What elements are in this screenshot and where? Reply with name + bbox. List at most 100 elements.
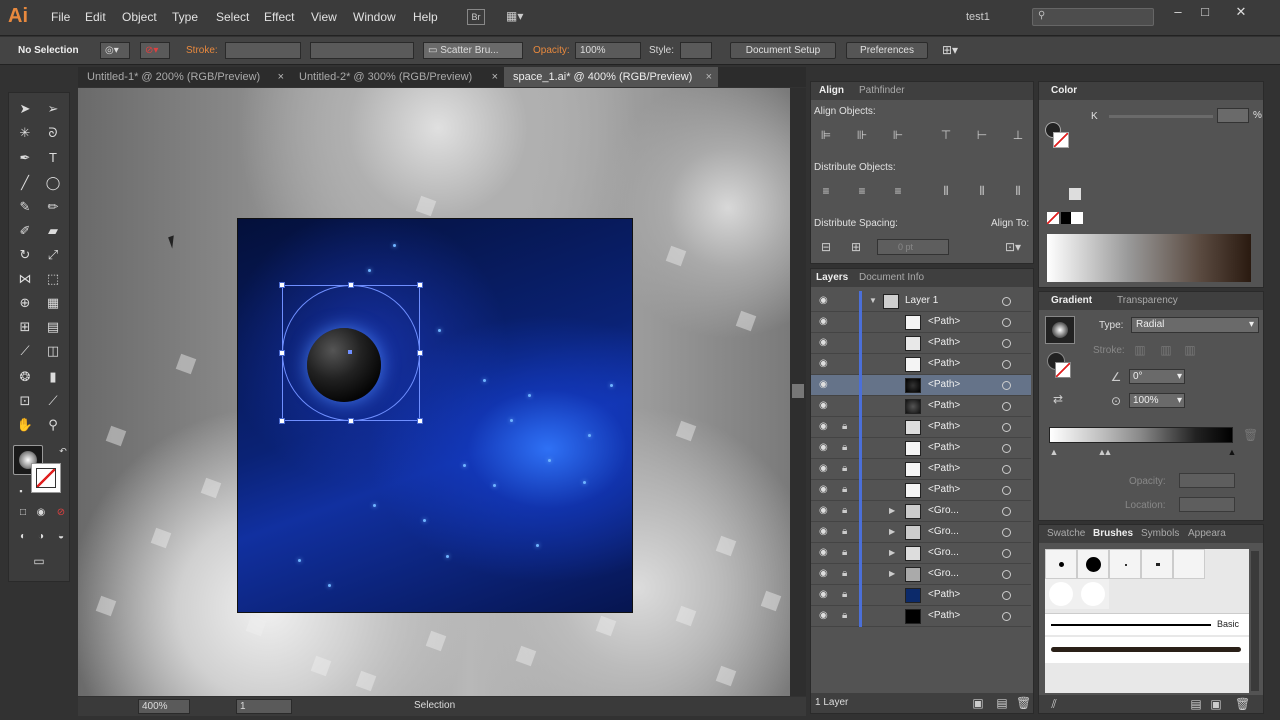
- tab-transparency[interactable]: Transparency: [1117, 295, 1178, 306]
- close-icon[interactable]: ×: [492, 67, 498, 87]
- white-swatch[interactable]: [1071, 212, 1083, 224]
- lock-icon[interactable]: 🔒︎: [842, 610, 847, 621]
- tab-symbols[interactable]: Symbols: [1141, 528, 1179, 539]
- tab-space-1[interactable]: space_1.ai* @ 400% (RGB/Preview) ×: [504, 67, 718, 87]
- align-vcenter-icon[interactable]: ⊢: [975, 128, 989, 142]
- preferences-button[interactable]: Preferences: [846, 42, 928, 59]
- default-colors-icon[interactable]: ▪: [11, 481, 31, 501]
- aspect-ratio-field[interactable]: 100% ▾: [1129, 393, 1185, 408]
- layer-name[interactable]: <Path>: [928, 463, 960, 474]
- target-circle-icon[interactable]: [1002, 444, 1011, 453]
- perspective-grid-icon[interactable]: ▦: [43, 293, 63, 313]
- basic-brush-row[interactable]: Basic: [1045, 613, 1249, 635]
- gradient-stop[interactable]: ▲: [1101, 445, 1115, 459]
- stop-location-field[interactable]: [1179, 497, 1235, 512]
- visibility-eye-icon[interactable]: ◉: [819, 610, 828, 621]
- target-circle-icon[interactable]: [1002, 381, 1011, 390]
- target-circle-icon[interactable]: [1002, 591, 1011, 600]
- color-mode-icon[interactable]: □: [13, 503, 33, 523]
- fill-swatch[interactable]: ◎▾: [100, 42, 130, 59]
- k-value-field[interactable]: [1217, 108, 1249, 123]
- line-tool-icon[interactable]: ╱: [15, 173, 35, 193]
- layer-row[interactable]: ◉ <Path>: [811, 333, 1031, 354]
- menu-select[interactable]: Select: [216, 10, 249, 24]
- visibility-eye-icon[interactable]: ◉: [819, 316, 828, 327]
- draw-normal-icon[interactable]: ◐: [13, 527, 33, 547]
- layer-row[interactable]: ◉ 🔒︎ <Path>: [811, 585, 1031, 606]
- layer-name[interactable]: <Gro...: [928, 547, 959, 558]
- distribute-vcenter-icon[interactable]: ≡: [855, 184, 869, 198]
- type-tool-icon[interactable]: T: [43, 148, 63, 168]
- align-left-icon[interactable]: ⊫: [819, 128, 833, 142]
- no-stroke-icon[interactable]: [1053, 132, 1069, 148]
- menu-type[interactable]: Type: [172, 10, 198, 24]
- tab-brushes[interactable]: Brushes: [1093, 528, 1133, 539]
- brush-dot-small[interactable]: [1045, 549, 1077, 579]
- visibility-eye-icon[interactable]: ◉: [819, 421, 828, 432]
- distribute-left-icon[interactable]: ⫴: [939, 184, 953, 198]
- gradient-slider[interactable]: [1049, 427, 1233, 443]
- visibility-eye-icon[interactable]: ◉: [819, 463, 828, 474]
- target-circle-icon[interactable]: [1002, 486, 1011, 495]
- layer-name[interactable]: <Gro...: [928, 505, 959, 516]
- layer-row[interactable]: ◉ 🔒︎ ▶ <Gro...: [811, 564, 1031, 585]
- tab-layers[interactable]: Layers: [816, 272, 848, 283]
- draw-behind-icon[interactable]: ◑: [31, 527, 51, 547]
- symbol-sprayer-icon[interactable]: ❂: [15, 367, 35, 387]
- brush-options-icon[interactable]: ▣: [1209, 697, 1223, 711]
- color-spectrum[interactable]: [1047, 234, 1251, 282]
- layer-name[interactable]: <Gro...: [928, 568, 959, 579]
- layer-row[interactable]: ◉ <Path>: [811, 312, 1031, 333]
- magic-wand-icon[interactable]: ✳: [15, 123, 35, 143]
- draw-inside-icon[interactable]: ◒: [51, 527, 71, 547]
- target-circle-icon[interactable]: [1002, 549, 1011, 558]
- ellipse-tool-icon[interactable]: ◯: [43, 173, 63, 193]
- layer-row[interactable]: ◉ 🔒︎ <Path>: [811, 417, 1031, 438]
- visibility-eye-icon[interactable]: ◉: [819, 400, 828, 411]
- visibility-eye-icon[interactable]: ◉: [819, 547, 828, 558]
- tab-color[interactable]: Color: [1051, 85, 1077, 96]
- scale-tool-icon[interactable]: ⤢: [43, 245, 63, 265]
- brush-dot-tiny[interactable]: [1109, 549, 1141, 579]
- visibility-eye-icon[interactable]: ◉: [819, 358, 828, 369]
- expand-triangle-icon[interactable]: ▶: [889, 527, 895, 536]
- target-circle-icon[interactable]: [1002, 423, 1011, 432]
- brush-dot-medium[interactable]: [1141, 549, 1173, 579]
- align-top-icon[interactable]: ⊤: [939, 128, 953, 142]
- close-icon[interactable]: ×: [278, 67, 284, 87]
- visibility-eye-icon[interactable]: ◉: [819, 379, 828, 390]
- layer-name[interactable]: <Path>: [928, 484, 960, 495]
- pen-tool-icon[interactable]: ✒: [15, 148, 35, 168]
- none-swatch[interactable]: [1047, 212, 1059, 224]
- direct-selection-tool-icon[interactable]: ➢: [43, 99, 63, 119]
- eraser-icon[interactable]: ▰: [43, 221, 63, 241]
- new-sublayer-icon[interactable]: ▣: [971, 696, 985, 710]
- resize-handle[interactable]: [417, 418, 423, 424]
- opacity-field[interactable]: 100%: [575, 42, 641, 59]
- align-hcenter-icon[interactable]: ⊪: [855, 128, 869, 142]
- layer-row[interactable]: ◉ 🔒︎ ▶ <Gro...: [811, 522, 1031, 543]
- align-right-icon[interactable]: ⊩: [891, 128, 905, 142]
- layer-name[interactable]: <Path>: [928, 316, 960, 327]
- close-icon[interactable]: ✕: [1229, 4, 1253, 20]
- angle-field[interactable]: 0° ▾: [1129, 369, 1185, 384]
- maximize-icon[interactable]: □: [1193, 4, 1217, 20]
- mesh-tool-icon[interactable]: ⊞: [15, 317, 35, 337]
- lock-icon[interactable]: 🔒︎: [842, 484, 847, 495]
- white-swatch[interactable]: [1069, 188, 1081, 200]
- brush-soft-white[interactable]: [1077, 579, 1109, 609]
- layer-row-selected[interactable]: ◉ <Path>: [811, 375, 1031, 396]
- lock-icon[interactable]: 🔒︎: [842, 526, 847, 537]
- shape-builder-icon[interactable]: ⊕: [15, 293, 35, 313]
- tab-gradient[interactable]: Gradient: [1051, 295, 1092, 306]
- current-tool-label[interactable]: Selection: [414, 700, 455, 711]
- eyedropper-icon[interactable]: ⟋: [15, 341, 35, 361]
- search-input[interactable]: ⚲: [1032, 8, 1154, 26]
- layer-name[interactable]: Layer 1: [905, 295, 938, 306]
- gradient-stop[interactable]: ▲: [1225, 445, 1239, 459]
- minimize-icon[interactable]: –: [1166, 4, 1190, 20]
- layer-name[interactable]: <Path>: [928, 421, 960, 432]
- tab-document-info[interactable]: Document Info: [859, 272, 924, 283]
- screen-mode-icon[interactable]: ▭: [29, 551, 49, 571]
- distribute-bottom-icon[interactable]: ≡: [891, 184, 905, 198]
